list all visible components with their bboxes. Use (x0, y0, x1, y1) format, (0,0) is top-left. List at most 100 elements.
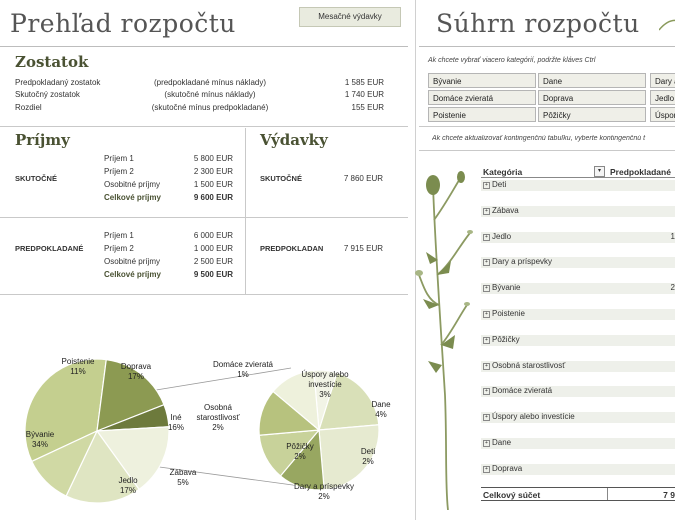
pivot-row[interactable]: + Jedlo (483, 232, 511, 241)
filter-dropdown-button[interactable]: ▾ (594, 166, 605, 177)
expand-icon[interactable]: + (483, 311, 490, 318)
pivot-row[interactable]: + Zábava (483, 206, 519, 215)
pivot-row[interactable]: + Deti (483, 180, 506, 189)
pivot-row[interactable]: + Domáce zvieratá (483, 386, 552, 396)
slicer-item[interactable]: Jedlo (650, 90, 675, 105)
balance-row-label: Rozdiel (15, 103, 42, 112)
income-heading: Príjmy (15, 131, 70, 149)
pivot-row-label: Jedlo (492, 231, 512, 241)
expand-icon[interactable]: + (483, 440, 490, 447)
balance-row-value: 1 585 EUR (344, 78, 384, 87)
pie-label: Pôžičky 2% (286, 442, 314, 461)
income-row-label: Príjem 2 (104, 244, 134, 253)
expenses-actual-label: SKUTOČNÉ (260, 174, 302, 183)
expand-icon[interactable]: + (483, 465, 490, 473)
balance-row-formula: (skutočné mínus náklady) (164, 90, 256, 99)
pivot-row-label: Zábava (492, 205, 519, 215)
pie-label: Doprava 17% (120, 362, 152, 381)
divider (419, 46, 675, 47)
expand-icon[interactable]: + (483, 233, 490, 241)
income-total-value: 9 600 EUR (193, 193, 233, 202)
pie-label: Deti 2% (360, 447, 376, 466)
pivot-row-label: Doprava (492, 463, 523, 473)
summary-title: Súhrn rozpočtu (436, 9, 640, 38)
divider (419, 150, 675, 151)
slicer-item[interactable]: Dary a (650, 73, 675, 88)
income-row-value: 1 500 EUR (193, 180, 233, 189)
divider (0, 46, 408, 47)
expenses-planned-label: PREDPOKLADAN (260, 244, 324, 253)
monthly-expenses-button[interactable]: Mesačné výdavky (299, 7, 401, 27)
expenses-actual-value: 7 860 EUR (343, 174, 383, 183)
pie-label: Dary a príspevky 2% (293, 482, 355, 501)
slicer-item[interactable]: Úspory (650, 107, 675, 122)
pie-label: Bývanie 34% (25, 430, 55, 449)
pivot-row-label: Osobná starostlivosť (492, 360, 566, 370)
balance-heading: Zostatok (15, 53, 89, 71)
pivot-row-value: 2 (670, 283, 675, 293)
slicer-item[interactable]: Doprava (538, 90, 646, 105)
pivot-row-label: Dane (492, 438, 512, 447)
slicer-item[interactable]: Dane (538, 73, 646, 88)
expenses-planned-value: 7 915 EUR (343, 244, 383, 253)
pivot-row-label: Úspory alebo investície (492, 412, 575, 422)
pivot-total-value: 7 9 (663, 490, 675, 500)
income-actual-label: SKUTOČNÉ (15, 174, 57, 183)
pivot-row[interactable]: + Úspory alebo investície (483, 412, 575, 422)
pivot-row[interactable]: + Bývanie (483, 283, 520, 293)
income-row-value: 2 300 EUR (193, 167, 233, 176)
divider (0, 294, 408, 295)
pivot-row-label: Deti (492, 180, 507, 189)
income-row-label: Príjem 1 (104, 231, 134, 240)
income-total-label: Celkové príjmy (104, 193, 161, 202)
pivot-hint: Ak chcete aktualizovať kontingenčnú tabu… (432, 135, 646, 142)
pivot-row-value: 1 (670, 231, 675, 241)
expand-icon[interactable]: + (483, 388, 490, 396)
balance-row-label: Skutočný zostatok (15, 90, 80, 99)
pivot-header-line (481, 177, 675, 178)
income-row-value: 5 800 EUR (193, 154, 233, 163)
pivot-row[interactable]: + Dane (483, 438, 511, 447)
pivot-bottom-line (481, 500, 675, 501)
slicer-item[interactable]: Pôžičky (538, 107, 646, 122)
pie-label: Zábava 5% (169, 468, 197, 487)
expand-icon[interactable]: + (483, 336, 490, 344)
income-row-value: 6 000 EUR (193, 231, 233, 240)
expand-icon[interactable]: + (483, 414, 490, 422)
pivot-row[interactable]: + Doprava (483, 464, 522, 473)
divider (419, 126, 675, 127)
income-row-label: Osobitné príjmy (104, 180, 161, 189)
pivot-col-planned: Predpokladané (610, 167, 671, 177)
divider (245, 128, 246, 294)
balance-row-formula: (predpokladané mínus náklady) (153, 78, 267, 87)
slicer-item[interactable]: Bývanie (428, 73, 536, 88)
pivot-row-band (481, 180, 675, 191)
balance-row-formula: (skutočné mínus predpokladané) (151, 103, 269, 112)
page-title: Prehľad rozpočtu (10, 9, 236, 38)
balance-row-value: 1 740 EUR (344, 90, 384, 99)
income-total-label: Celkové príjmy (104, 270, 161, 279)
slicer-hint: Ak chcete vybrať viacero kategórií, podr… (428, 57, 596, 64)
expenses-heading: Výdavky (260, 131, 328, 149)
pivot-total-separator (607, 488, 608, 500)
pie-label: Poistenie 11% (61, 357, 95, 376)
pivot-row-label: Pôžičky (492, 334, 520, 344)
pivot-row[interactable]: + Poistenie (483, 309, 525, 318)
income-row-label: Príjem 1 (104, 154, 134, 163)
divider (0, 126, 408, 127)
expand-icon[interactable]: + (483, 207, 490, 215)
pivot-total-line (481, 487, 675, 488)
pivot-row[interactable]: + Dary a príspevky (483, 257, 552, 267)
divider (0, 217, 408, 218)
expand-icon[interactable]: + (483, 362, 490, 370)
expand-icon[interactable]: + (483, 285, 490, 293)
expand-icon[interactable]: + (483, 182, 490, 189)
slicer-item[interactable]: Domáce zvieratá (428, 90, 536, 105)
slicer-item[interactable]: Poistenie (428, 107, 536, 122)
expand-icon[interactable]: + (483, 259, 490, 267)
pie-label: Jedlo 17% (118, 476, 138, 495)
pivot-row[interactable]: + Pôžičky (483, 335, 520, 344)
income-planned-label: PREDPOKLADANÉ (15, 244, 84, 253)
plant-illustration (415, 171, 473, 510)
pivot-row[interactable]: + Osobná starostlivosť (483, 361, 565, 370)
